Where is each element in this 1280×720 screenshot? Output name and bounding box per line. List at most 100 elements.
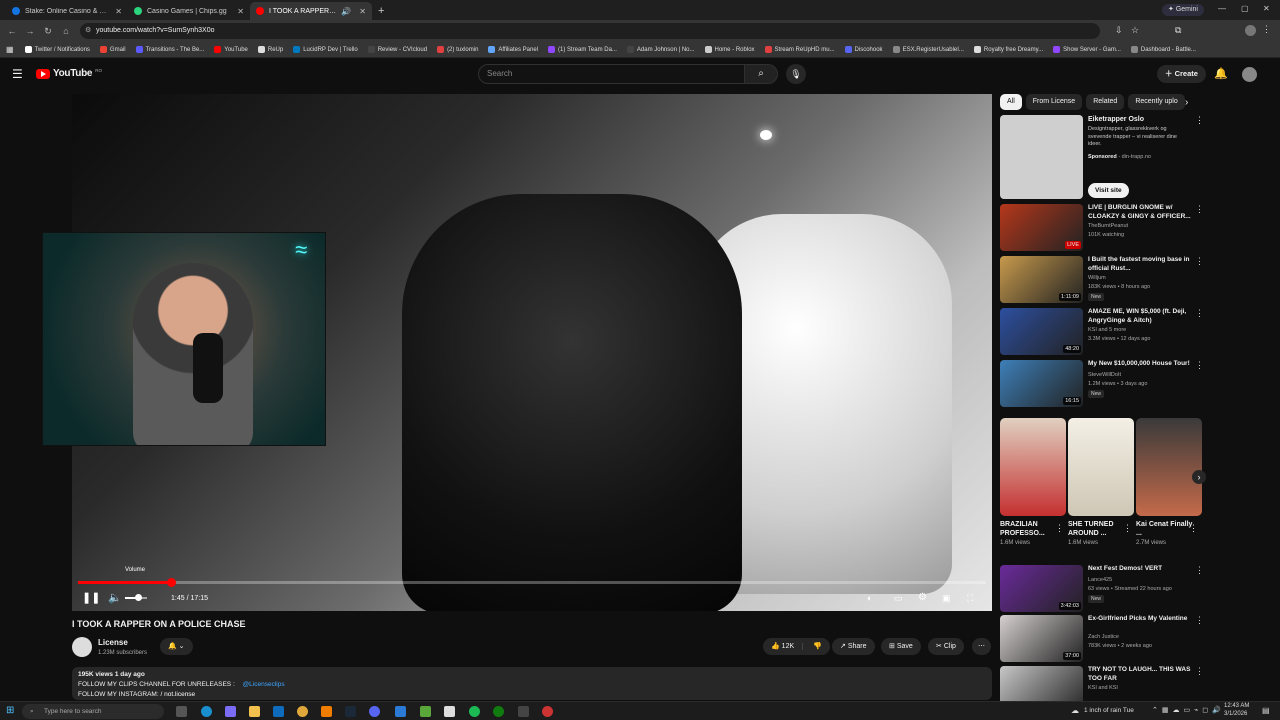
- miniplayer-icon[interactable]: ▣: [942, 592, 951, 604]
- home-icon[interactable]: ⌂: [60, 26, 72, 36]
- subscribed-button[interactable]: 🔔 ⌄: [160, 638, 193, 655]
- channel-name[interactable]: License: [98, 638, 128, 647]
- channel-avatar[interactable]: [72, 637, 92, 657]
- share-button[interactable]: ↗ Share: [832, 638, 875, 655]
- chrome-icon[interactable]: [297, 706, 308, 717]
- like-button[interactable]: 👍 12K: [763, 643, 804, 650]
- clips-channel-link[interactable]: @Licenseclips: [243, 681, 285, 688]
- captions-icon[interactable]: ▭: [894, 592, 903, 604]
- close-tab-icon[interactable]: ✕: [237, 7, 244, 16]
- bookmark-item[interactable]: (1) Stream Team Da...: [543, 46, 622, 53]
- outlook-icon[interactable]: [273, 706, 284, 717]
- weather-text[interactable]: 1 inch of rain Tue: [1084, 707, 1134, 714]
- bookmark-item[interactable]: LucidRP Dev | Trello: [288, 46, 362, 53]
- close-window-icon[interactable]: ✕: [1263, 4, 1270, 13]
- taskbar-search[interactable]: ⌕ Type here to search: [22, 704, 164, 719]
- extensions-icon[interactable]: ⧉: [1175, 25, 1181, 36]
- account-avatar[interactable]: [1242, 67, 1257, 82]
- save-button[interactable]: ⊞ Save: [881, 638, 921, 655]
- gemini-button[interactable]: ✦ Gemini: [1162, 4, 1204, 16]
- new-tab-button[interactable]: +: [378, 5, 384, 17]
- bookmark-item[interactable]: Review - CVIcloud: [363, 46, 432, 53]
- clip-button[interactable]: ✂ Clip: [928, 638, 964, 655]
- bookmark-item[interactable]: (2) tuxlomin: [432, 46, 483, 53]
- more-options-icon[interactable]: ⋮: [1195, 565, 1204, 576]
- site-info-icon[interactable]: ⚙: [85, 23, 91, 39]
- filter-chip[interactable]: Related: [1086, 94, 1125, 110]
- bookmark-star-icon[interactable]: ☆: [1131, 25, 1139, 36]
- search-button[interactable]: ⌕: [745, 64, 778, 84]
- notifications-bell-icon[interactable]: 🔔: [1214, 67, 1228, 80]
- reload-icon[interactable]: ↻: [42, 26, 54, 37]
- xbox-icon[interactable]: [493, 706, 504, 717]
- task-view-icon[interactable]: [176, 706, 187, 717]
- weather-icon[interactable]: ☁: [1071, 706, 1079, 715]
- bookmark-item[interactable]: Show Server - Gam...: [1048, 46, 1126, 53]
- browser-tab-active[interactable]: I TOOK A RAPPER ON A PO 🔊 ✕: [250, 2, 372, 20]
- more-options-icon[interactable]: ⋮: [1195, 666, 1204, 677]
- filter-chip[interactable]: From License: [1025, 94, 1083, 110]
- steam-icon[interactable]: [345, 706, 356, 717]
- recommended-video[interactable]: 48:20 AMAZE ME, WIN $5,000 (ft. Deji, Ang…: [1000, 308, 1205, 358]
- bookmark-item[interactable]: Royalty free Dreamy...: [969, 46, 1048, 53]
- copilot-icon[interactable]: [225, 706, 236, 717]
- minimize-window-icon[interactable]: —: [1218, 4, 1226, 13]
- progress-scrubber[interactable]: [166, 578, 176, 587]
- create-button[interactable]: ＋ Create: [1157, 65, 1206, 83]
- shorts-next-arrow-icon[interactable]: ›: [1192, 470, 1206, 484]
- bookmark-item[interactable]: Home - Roblox: [700, 46, 760, 53]
- volume-icon[interactable]: 🔈: [108, 592, 122, 604]
- pause-icon[interactable]: ❚❚: [82, 592, 100, 604]
- instagram-link[interactable]: / not.license: [160, 691, 195, 698]
- short-more-icon[interactable]: ⋮: [1189, 523, 1198, 534]
- bookmark-item[interactable]: Adam Johnson | No...: [622, 46, 700, 53]
- excel-icon[interactable]: [518, 706, 529, 717]
- recommended-video[interactable]: LIVE LIVE | BURGLIN GNOME w/ CLOAKZY & GI…: [1000, 204, 1205, 254]
- more-actions-button[interactable]: ⋯: [972, 638, 991, 655]
- spotify-icon[interactable]: [469, 706, 480, 717]
- search-input[interactable]: Search: [478, 64, 745, 84]
- more-options-icon[interactable]: ⋮: [1195, 308, 1204, 319]
- vscode-icon[interactable]: [395, 706, 406, 717]
- settings-gear-icon[interactable]: ⚙: [918, 592, 927, 604]
- minecraft-icon[interactable]: [420, 706, 431, 717]
- visit-site-button[interactable]: Visit site: [1088, 183, 1129, 198]
- discord-icon[interactable]: [369, 706, 380, 717]
- install-app-icon[interactable]: ⇩: [1115, 25, 1123, 36]
- more-options-icon[interactable]: ⋮: [1195, 204, 1204, 215]
- more-options-icon[interactable]: ⋮: [1195, 360, 1204, 371]
- youtube-logo[interactable]: YouTube RO: [36, 68, 102, 79]
- short-more-icon[interactable]: ⋮: [1055, 523, 1064, 534]
- volume-knob[interactable]: [135, 594, 143, 601]
- bookmark-item[interactable]: Affiliates Panel: [483, 46, 543, 53]
- recommended-video[interactable]: 3:42:03 Next Fest Demos! VERT Lance425 63 v…: [1000, 565, 1205, 615]
- fullscreen-icon[interactable]: ⛶: [967, 592, 973, 604]
- bookmark-item[interactable]: Stream ReUpHD mu...: [760, 46, 840, 53]
- notifications-icon[interactable]: ▤: [1262, 706, 1270, 715]
- description-box[interactable]: 195K views 1 day ago FOLLOW MY CLIPS CHA…: [72, 667, 992, 700]
- autoplay-toggle-icon[interactable]: ◐: [867, 592, 872, 604]
- voice-search-button[interactable]: 🎙: [786, 64, 806, 84]
- address-bar[interactable]: ⚙ youtube.com/watch?v=SumSynh3X0o: [80, 23, 1100, 39]
- bookmark-item[interactable]: Twitter / Notifications: [20, 46, 95, 53]
- bookmark-item[interactable]: Gmail: [95, 46, 131, 53]
- filter-chip[interactable]: Recently uplo: [1128, 94, 1185, 110]
- clock-time[interactable]: 12:43 AM: [1224, 703, 1249, 709]
- bookmark-item[interactable]: ESX.RegisterUsableI...: [888, 46, 969, 53]
- bookmark-item[interactable]: Dashboard - Battle...: [1126, 46, 1201, 53]
- filter-chip[interactable]: All: [1000, 94, 1022, 110]
- maximize-window-icon[interactable]: ▢: [1241, 4, 1249, 13]
- close-tab-icon[interactable]: ✕: [359, 7, 366, 16]
- apps-grid-icon[interactable]: ▦: [6, 45, 14, 54]
- notepad-icon[interactable]: [444, 706, 455, 717]
- dislike-button[interactable]: 👎: [805, 643, 830, 650]
- back-icon[interactable]: ←: [6, 26, 18, 36]
- hamburger-menu-icon[interactable]: ☰: [12, 67, 23, 81]
- edge-icon[interactable]: [201, 706, 212, 717]
- progress-bar[interactable]: [78, 578, 986, 587]
- chevron-right-icon[interactable]: ›: [1185, 97, 1188, 108]
- more-options-icon[interactable]: ⋮: [1195, 115, 1204, 126]
- vlc-icon[interactable]: [321, 706, 332, 717]
- audio-playing-icon[interactable]: 🔊: [341, 7, 351, 16]
- system-tray-icons[interactable]: ⌃▦☁▭⌁◻🔊: [1152, 706, 1225, 714]
